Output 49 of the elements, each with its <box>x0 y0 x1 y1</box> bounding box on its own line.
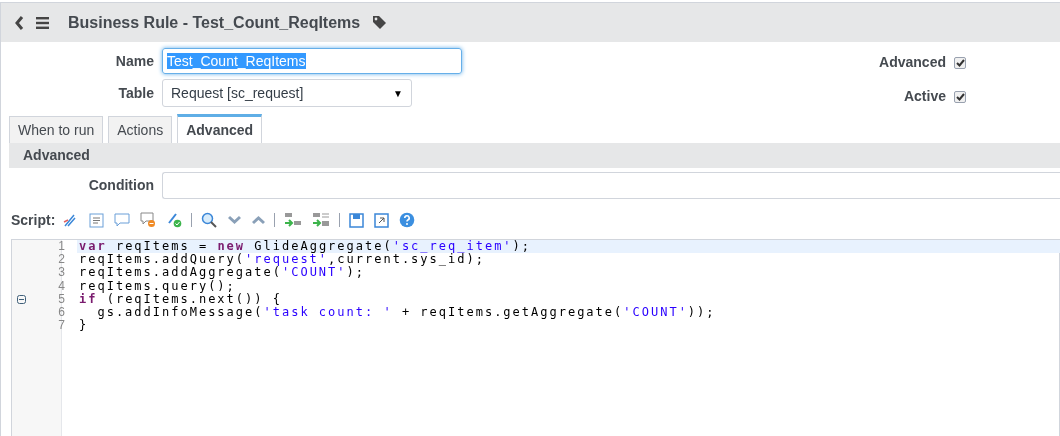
pencil-icon[interactable] <box>62 212 78 228</box>
fold-icon[interactable] <box>17 294 26 304</box>
field-label: Condition <box>87 175 155 195</box>
tab[interactable]: Actions <box>108 116 173 143</box>
search-icon[interactable] <box>201 212 218 228</box>
condition-field[interactable] <box>162 171 1060 199</box>
checkbox[interactable] <box>954 56 966 69</box>
script-label: Script: <box>11 210 56 230</box>
name-value: Test_Count_ReqItems <box>167 53 306 69</box>
save-icon[interactable] <box>349 212 365 228</box>
table-select[interactable]: Request [sc_request] ▼ <box>162 79 412 107</box>
line-number: 4 <box>58 279 65 293</box>
line-number: 1 <box>58 240 65 254</box>
line-number: 3 <box>58 266 65 280</box>
help-icon[interactable] <box>399 212 416 228</box>
line-number: 5 <box>58 292 65 306</box>
back-icon[interactable] <box>15 15 24 30</box>
tab[interactable]: When to run <box>9 116 104 143</box>
code-line: if (reqItems.next()) { <box>78 292 282 306</box>
document-icon[interactable] <box>89 212 105 228</box>
tag-icon[interactable] <box>372 15 388 30</box>
chevron-down-icon[interactable] <box>228 215 242 225</box>
menu-icon[interactable] <box>36 16 49 29</box>
page-title: Business Rule - Test_Count_ReqItems <box>68 12 361 33</box>
checkbox[interactable] <box>954 90 966 103</box>
line-number: 7 <box>58 319 65 333</box>
comment-icon[interactable] <box>114 212 131 228</box>
section-title: Advanced <box>23 146 90 165</box>
line-number: 6 <box>58 305 65 320</box>
pencil-check-icon[interactable] <box>166 212 183 228</box>
code-line: gs.addInfoMessage('task count: ' + reqItems.getAggregate('COUNT')); <box>96 305 717 320</box>
code-line: reqItems.addAggregate('COUNT'); <box>78 266 365 280</box>
replace-icon[interactable] <box>284 212 303 228</box>
code-line: reqItems.query(); <box>78 279 236 293</box>
field-label: Name <box>114 51 155 71</box>
expand-icon[interactable] <box>374 212 390 228</box>
code-line: reqItems.addQuery('request',current.sys_id); <box>78 253 485 267</box>
select-value: Request [sc_request] <box>171 83 304 103</box>
caret-icon: ▼ <box>393 85 403 101</box>
checkbox-label: Active <box>903 87 946 106</box>
field-label: Table <box>117 83 155 103</box>
chevron-up-icon[interactable] <box>252 215 266 225</box>
code-line: } <box>78 319 90 333</box>
tab[interactable]: Advanced <box>177 114 263 143</box>
checkbox-label: Advanced <box>879 53 946 72</box>
line-number: 2 <box>58 253 65 267</box>
code-editor[interactable] <box>11 239 1060 436</box>
replace-all-icon[interactable] <box>312 212 331 228</box>
comment-remove-icon[interactable] <box>140 212 157 228</box>
